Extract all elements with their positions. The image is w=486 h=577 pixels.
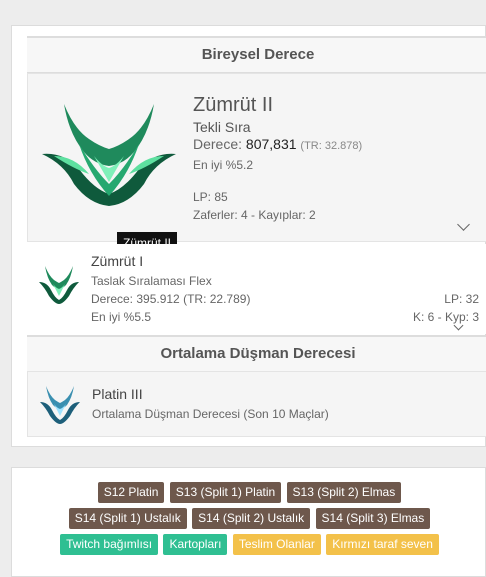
ranked-card: Bireysel Derece Zümrüt II Zümrüt II Tekl… (11, 25, 486, 447)
flex-top-percent: En iyi %5.5 (91, 310, 152, 324)
flex-rank-value: Derece: 395.912 (91, 292, 180, 306)
solo-lp: LP: 85 (193, 190, 228, 204)
enemy-desc: Ortalama Düşman Derecesi (Son 10 Maçlar) (92, 407, 329, 421)
tag-list: S12 Platin S13 (Split 1) Platin S13 (Spl… (12, 482, 486, 560)
flex-queue: Taslak Sıralaması Flex (91, 274, 212, 288)
flex-rank-row[interactable]: Zümrüt I Taslak Sıralaması Flex Derece: … (27, 244, 486, 334)
tag: S13 (Split 2) Elmas (286, 482, 402, 503)
tag: S14 (Split 2) Ustalık (192, 508, 311, 529)
solo-top-percent: En iyi %5.2 (193, 158, 254, 172)
enemy-section-title: Ortalama Düşman Derecesi (27, 335, 486, 372)
tag: Twitch bağımlısı (60, 534, 159, 555)
emerald-emblem-small-icon (39, 266, 79, 304)
solo-rank-label: Derece: (193, 136, 243, 152)
tag-row: S14 (Split 1) Ustalık S14 (Split 2) Usta… (12, 508, 486, 529)
platinum-emblem-icon (40, 386, 80, 424)
solo-record: Zaferler: 4 - Kayıplar: 2 (193, 208, 316, 222)
enemy-rank-panel: Platin III Ortalama Düşman Derecesi (Son… (27, 371, 486, 437)
enemy-tier: Platin III (92, 386, 143, 402)
tag-row: Twitch bağımlısı Kartopları Teslim Olanl… (12, 534, 486, 555)
tag: S14 (Split 3) Elmas (315, 508, 431, 529)
emerald-emblem-icon (42, 104, 176, 206)
flex-lp: LP: 32 (444, 292, 479, 306)
tag: S12 Platin (97, 482, 165, 503)
tag: S13 (Split 1) Platin (169, 482, 282, 503)
solo-rank-panel[interactable]: Zümrüt II Zümrüt II Tekli Sıra Derece: 8… (27, 73, 486, 254)
flex-record: K: 6 - Kyp: 3 (412, 310, 479, 324)
solo-rank-value: 807,831 (245, 136, 297, 152)
flex-tier: Zümrüt I (91, 253, 144, 269)
flex-tr-rank: (TR: 22.789) (183, 292, 251, 306)
tag: Kartopları (163, 534, 228, 555)
chevron-down-icon[interactable] (457, 218, 470, 231)
flex-rank-line: Derece: 395.912 (TR: 22.789) (91, 292, 250, 306)
tag-row: S12 Platin S13 (Split 1) Platin S13 (Spl… (12, 482, 486, 503)
solo-queue: Tekli Sıra (193, 119, 251, 135)
tag: Kırmızı taraf seven (326, 534, 439, 555)
ranked-section-title: Bireysel Derece (27, 36, 486, 73)
solo-tier: Zümrüt II (193, 94, 274, 116)
tag: S14 (Split 1) Ustalık (68, 508, 187, 529)
tags-card: S12 Platin S13 (Split 1) Platin S13 (Spl… (11, 467, 486, 577)
solo-rank-line: Derece: 807,831 (TR: 32.878) (193, 136, 362, 152)
tag: Teslim Olanlar (232, 534, 321, 555)
solo-tr-rank: (TR: 32.878) (300, 140, 363, 152)
